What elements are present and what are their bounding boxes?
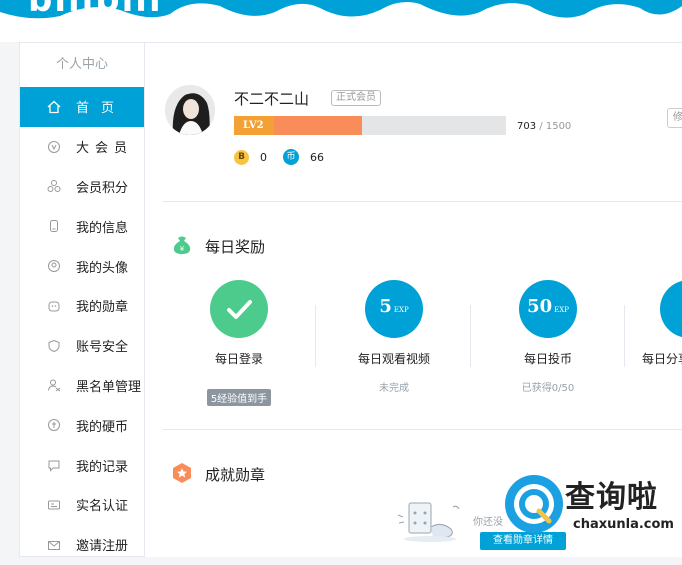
exp-counter: 703 / 1500 [517,121,571,132]
sidebar-item-medal[interactable]: 我的勋章 [20,286,144,326]
sidebar-item-label: 我的头像 [76,260,129,276]
edit-profile-button[interactable]: 修 [667,108,682,128]
sidebar-item-label: 黑名单管理 [76,379,142,395]
task-daily-login: 每日登录 5经验值到手 [189,280,289,406]
id-card-icon [46,497,62,513]
task-name: 每日分享 [642,352,682,366]
sidebar-item-vip[interactable]: 大会员 [20,127,144,167]
achievements-title: 成就勋章 [205,466,266,484]
task-watch-video: 5 EXP 每日观看视频 未完成 [344,280,444,394]
divider [163,429,682,430]
sidebar-item-security[interactable]: 账号安全 [20,326,144,366]
level-progress-fill-secondary [274,116,362,135]
home-icon [46,99,62,115]
coin-icon: 币 [283,149,299,165]
level-label: LV2 [243,120,264,131]
task-name: 每日登录 [214,352,263,366]
task-coin: 50 EXP 每日投币 已获得0/50 [498,280,598,394]
sidebar-item-label: 会员积分 [76,180,129,196]
user-info-icon [46,218,62,234]
site-watermark: 查询啦 chaxunla.com [505,470,682,557]
daily-rewards-title: 每日奖励 [205,238,266,256]
exp-separator: / [539,121,543,132]
medal-icon [46,298,62,314]
sidebar-item-label: 我的硬币 [76,419,129,435]
sidebar-item-home[interactable]: 首页 [20,87,144,127]
sidebar-item-points[interactable]: 会员积分 [20,167,144,207]
sidebar-item-blacklist[interactable]: 黑名单管理 [20,366,144,406]
avatar[interactable] [165,85,215,135]
username: 不二不二山 [234,90,310,108]
task-separator [470,305,471,367]
watermark-name: 查询啦 [565,480,658,515]
task-name: 每日投币 [523,352,572,366]
sidebar-item-label: 我的信息 [76,220,129,236]
task-exp-value: 50 EXP [527,296,569,317]
watermark-logo-icon [505,475,563,533]
coin-icon [46,417,62,433]
exp-max: 1500 [545,121,572,132]
record-icon [46,457,62,473]
task-exp-value: 5 EXP [379,296,409,317]
site-logo[interactable]: bilibili [28,0,163,20]
sidebar-item-realname[interactable]: 实名认证 [20,485,144,525]
sidebar-item-invite[interactable]: 邀请注册 [20,525,144,565]
exp-current: 703 [517,121,537,132]
sidebar-item-coins[interactable]: 我的硬币 [20,405,144,445]
task-circle: 50 EXP [519,280,577,338]
blacklist-icon [46,377,62,393]
empty-state-text: 你还没 [473,517,503,528]
task-separator [624,305,625,367]
bcoin-icon: B [234,150,249,165]
sidebar: 个人中心 首页 大会员 会员积分 我的信息 我的头像 我的勋章 账号安全 黑名单… [19,42,145,557]
task-status: 未完成 [379,383,409,394]
top-banner: bilibili [0,0,682,42]
money-bag-icon: ¥ [173,236,191,254]
sidebar-item-info[interactable]: 我的信息 [20,206,144,246]
task-circle [660,280,682,338]
checkmark-icon [227,300,252,319]
sidebar-title: 个人中心 [55,57,108,72]
achievement-badge-icon [173,463,191,483]
member-badge: 正式会员 [331,90,381,106]
sidebar-item-label: 首页 [76,101,127,117]
shield-icon [46,338,62,354]
task-circle [210,280,268,338]
sidebar-item-label: 大会员 [76,141,134,157]
empty-illustration [397,502,460,542]
invite-icon [46,537,62,553]
sidebar-item-label: 我的记录 [76,459,129,475]
avatar-icon [46,258,62,274]
sidebar-item-label: 账号安全 [76,340,129,356]
points-icon [46,178,62,194]
vip-icon [46,139,62,155]
divider [163,201,682,202]
bcoin-value: 0 [260,151,267,164]
sidebar-item-label: 实名认证 [76,499,129,515]
watermark-url: chaxunla.com [573,517,674,532]
level-progress-bar: LV2 [234,116,506,135]
task-name: 每日观看视频 [357,352,430,366]
svg-text:¥: ¥ [180,245,185,253]
sidebar-item-label: 邀请注册 [76,539,129,555]
task-separator [315,305,316,367]
sidebar-item-label: 我的勋章 [76,300,129,316]
task-circle: 5 EXP [365,280,423,338]
coin-value: 66 [310,151,324,164]
sidebar-item-records[interactable]: 我的记录 [20,445,144,485]
task-status: 5经验值到手 [206,389,272,406]
sidebar-item-avatar[interactable]: 我的头像 [20,246,144,286]
task-status: 已获得0/50 [521,383,575,394]
task-share: 每日分享 [642,280,682,367]
